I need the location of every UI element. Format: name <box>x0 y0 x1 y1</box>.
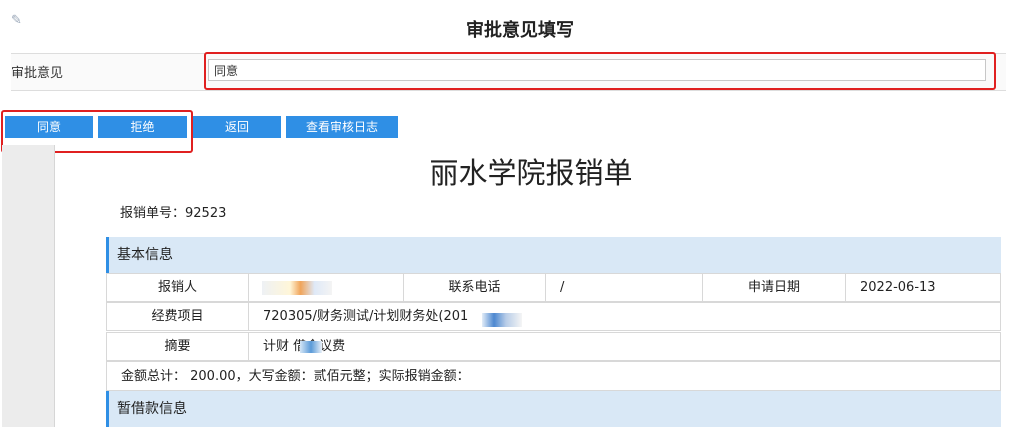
applicant-label: 报销人 <box>106 273 249 302</box>
summary-label: 摘要 <box>106 332 249 361</box>
phone-label: 联系电话 <box>403 273 546 302</box>
form-number-label: 报销单号： <box>120 206 186 221</box>
project-value: 720305/财务测试/计划财务处(201 <box>248 302 1001 331</box>
form-number: 报销单号：92523 <box>120 202 226 221</box>
total-amount-line: 金额总计： 200.00，大写金额：贰佰元整；实际报销金额： <box>106 361 1001 391</box>
summary-value: 计财 借会议费 <box>248 332 1001 361</box>
redacted-mask <box>300 341 322 353</box>
agree-button[interactable]: 同意 <box>5 116 93 138</box>
phone-value: / <box>545 273 703 302</box>
opinion-label: 审批意见 <box>11 66 64 81</box>
reject-button[interactable]: 拒绝 <box>98 116 187 138</box>
form-number-value: 92523 <box>185 206 227 221</box>
side-panel <box>2 145 55 427</box>
date-label: 申请日期 <box>702 273 846 302</box>
section-basic-info: 基本信息 <box>106 237 1001 273</box>
page-title: 审批意见填写 <box>466 20 574 41</box>
redacted-mask <box>262 281 332 295</box>
section-loan-info: 暂借款信息 <box>106 391 1001 427</box>
date-value: 2022-06-13 <box>845 273 1001 302</box>
form-title: 丽水学院报销单 <box>429 156 633 190</box>
highlight-box-opinion <box>204 52 996 90</box>
redacted-mask <box>482 313 522 327</box>
back-button[interactable]: 返回 <box>193 116 281 138</box>
project-label: 经费项目 <box>106 302 249 331</box>
view-audit-log-button[interactable]: 查看审核日志 <box>286 116 398 138</box>
